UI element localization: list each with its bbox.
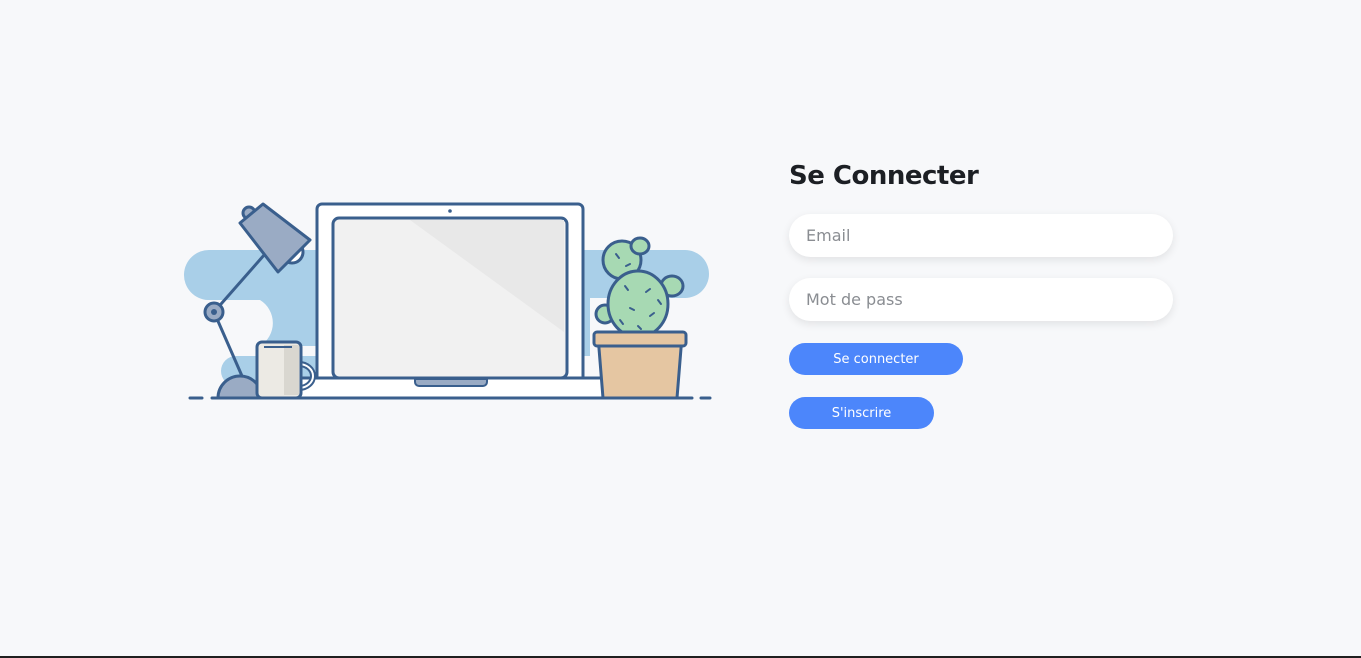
login-title: Se Connecter <box>789 161 979 191</box>
login-form: Se Connecter Se connecter S'inscrire <box>789 158 1179 429</box>
password-input[interactable] <box>789 278 1173 321</box>
login-button[interactable]: Se connecter <box>789 343 963 375</box>
laptop-icon <box>296 202 636 400</box>
signup-button[interactable]: S'inscrire <box>789 397 934 429</box>
login-page: Se Connecter Se connecter S'inscrire <box>0 0 1361 658</box>
email-input[interactable] <box>789 214 1173 257</box>
desk-illustration <box>183 202 712 400</box>
